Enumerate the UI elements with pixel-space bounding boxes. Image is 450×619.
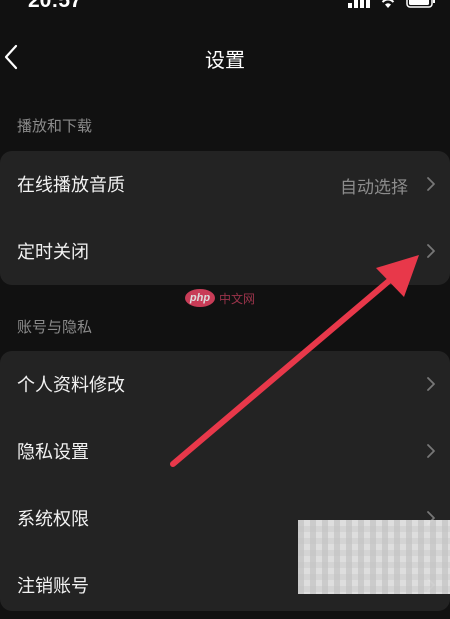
row-label: 个人资料修改 bbox=[17, 375, 125, 396]
chevron-right-icon bbox=[426, 443, 436, 459]
row-label: 在线播放音质 bbox=[17, 175, 125, 196]
settings-group-playback: 在线播放音质 自动选择 定时关闭 bbox=[0, 151, 450, 285]
chevron-right-icon bbox=[426, 376, 436, 392]
row-label: 隐私设置 bbox=[17, 442, 89, 463]
signal-icon bbox=[348, 0, 370, 8]
battery-icon bbox=[406, 0, 436, 8]
row-label: 系统权限 bbox=[17, 509, 89, 530]
row-label: 定时关闭 bbox=[17, 242, 89, 263]
wifi-icon bbox=[380, 0, 396, 8]
status-time: 20:57 bbox=[28, 0, 82, 12]
row-privacy-settings[interactable]: 隐私设置 bbox=[0, 418, 450, 485]
chevron-right-icon bbox=[426, 176, 436, 192]
row-profile-edit[interactable]: 个人资料修改 bbox=[0, 351, 450, 418]
section-header-playback: 播放和下载 bbox=[17, 117, 93, 135]
page-title: 设置 bbox=[205, 48, 245, 72]
chevron-right-icon bbox=[426, 243, 436, 259]
row-label: 注销账号 bbox=[17, 576, 89, 597]
status-bar: 20:57 bbox=[0, 0, 450, 14]
pixelated-overlay bbox=[298, 520, 450, 594]
watermark-text: 中文网 bbox=[219, 291, 256, 306]
nav-bar: 设置 bbox=[0, 30, 450, 84]
row-value: 自动选择 bbox=[340, 178, 408, 198]
row-online-quality[interactable]: 在线播放音质 自动选择 bbox=[0, 151, 450, 218]
watermark: php 中文网 bbox=[185, 289, 255, 307]
status-icons bbox=[348, 0, 436, 8]
watermark-logo: php bbox=[185, 289, 215, 307]
row-sleep-timer[interactable]: 定时关闭 bbox=[0, 218, 450, 285]
section-header-account: 账号与隐私 bbox=[17, 318, 93, 336]
